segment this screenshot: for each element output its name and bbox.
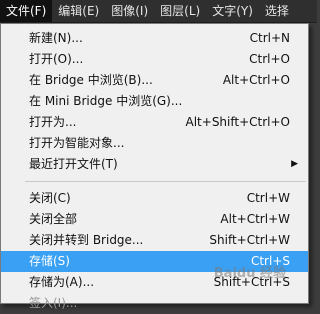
menu-item-browse-mini-bridge[interactable]: 在 Mini Bridge 中浏览(G)... bbox=[1, 91, 308, 112]
menu-item-label: 最近打开文件(T) bbox=[29, 157, 118, 171]
menu-item-close[interactable]: 关闭(C) Ctrl+W bbox=[1, 188, 308, 209]
watermark-logo: Baidu 经验 bbox=[213, 266, 286, 281]
menu-item-recent-files[interactable]: 最近打开文件(T) ▶ bbox=[1, 154, 308, 175]
menu-item-label: 打开(O)... bbox=[29, 52, 84, 66]
menu-item-label: 在 Mini Bridge 中浏览(G)... bbox=[29, 94, 183, 108]
menu-item-open-smart-object[interactable]: 打开为智能对象... bbox=[1, 133, 308, 154]
menu-edit[interactable]: 编辑(E) bbox=[52, 0, 105, 22]
file-dropdown-menu: 新建(N)... Ctrl+N 打开(O)... Ctrl+O 在 Bridge… bbox=[0, 23, 309, 310]
menu-file[interactable]: 文件(F) bbox=[0, 0, 53, 22]
menu-item-label: 关闭(C) bbox=[29, 191, 71, 205]
submenu-arrow-icon: ▶ bbox=[291, 159, 298, 169]
menu-item-label: 新建(N)... bbox=[29, 31, 83, 45]
menu-item-new[interactable]: 新建(N)... Ctrl+N bbox=[1, 28, 308, 49]
menu-item-close-go-bridge[interactable]: 关闭并转到 Bridge... Shift+Ctrl+W bbox=[1, 230, 308, 251]
menu-item-shortcut: Ctrl+N bbox=[249, 31, 290, 45]
menu-item-label: 关闭全部 bbox=[29, 212, 78, 226]
menu-item-shortcut: Ctrl+O bbox=[249, 52, 290, 66]
menu-item-shortcut: Shift+Ctrl+W bbox=[209, 233, 290, 247]
menu-item-label: 存储(S) bbox=[29, 254, 70, 268]
menu-item-shortcut: Alt+Ctrl+O bbox=[222, 73, 290, 87]
menu-separator bbox=[25, 181, 306, 182]
menu-item-label: 关闭并转到 Bridge... bbox=[29, 233, 144, 247]
menu-item-shortcut: Alt+Ctrl+W bbox=[220, 212, 290, 226]
menu-item-label: 打开为智能对象... bbox=[29, 136, 125, 150]
menu-item-shortcut: Alt+Shift+Ctrl+O bbox=[185, 115, 290, 129]
menu-item-open[interactable]: 打开(O)... Ctrl+O bbox=[1, 49, 308, 70]
menu-item-close-all[interactable]: 关闭全部 Alt+Ctrl+W bbox=[1, 209, 308, 230]
menu-item-shortcut: Ctrl+W bbox=[246, 191, 290, 205]
menu-image[interactable]: 图像(I) bbox=[105, 0, 154, 22]
menu-select[interactable]: 选择 bbox=[259, 0, 295, 22]
menu-item-browse-bridge[interactable]: 在 Bridge 中浏览(B)... Alt+Ctrl+O bbox=[1, 70, 308, 91]
menu-bar: 文件(F) 编辑(E) 图像(I) 图层(L) 文字(Y) 选择 bbox=[0, 0, 317, 23]
menu-item-open-as[interactable]: 打开为... Alt+Shift+Ctrl+O bbox=[1, 112, 308, 133]
menu-item-label: 在 Bridge 中浏览(B)... bbox=[29, 73, 153, 87]
menu-item-label: 打开为... bbox=[29, 115, 77, 129]
menu-type[interactable]: 文字(Y) bbox=[206, 0, 259, 22]
menu-item-label: 存储为(A)... bbox=[29, 275, 95, 289]
menu-layer[interactable]: 图层(L) bbox=[154, 0, 206, 22]
